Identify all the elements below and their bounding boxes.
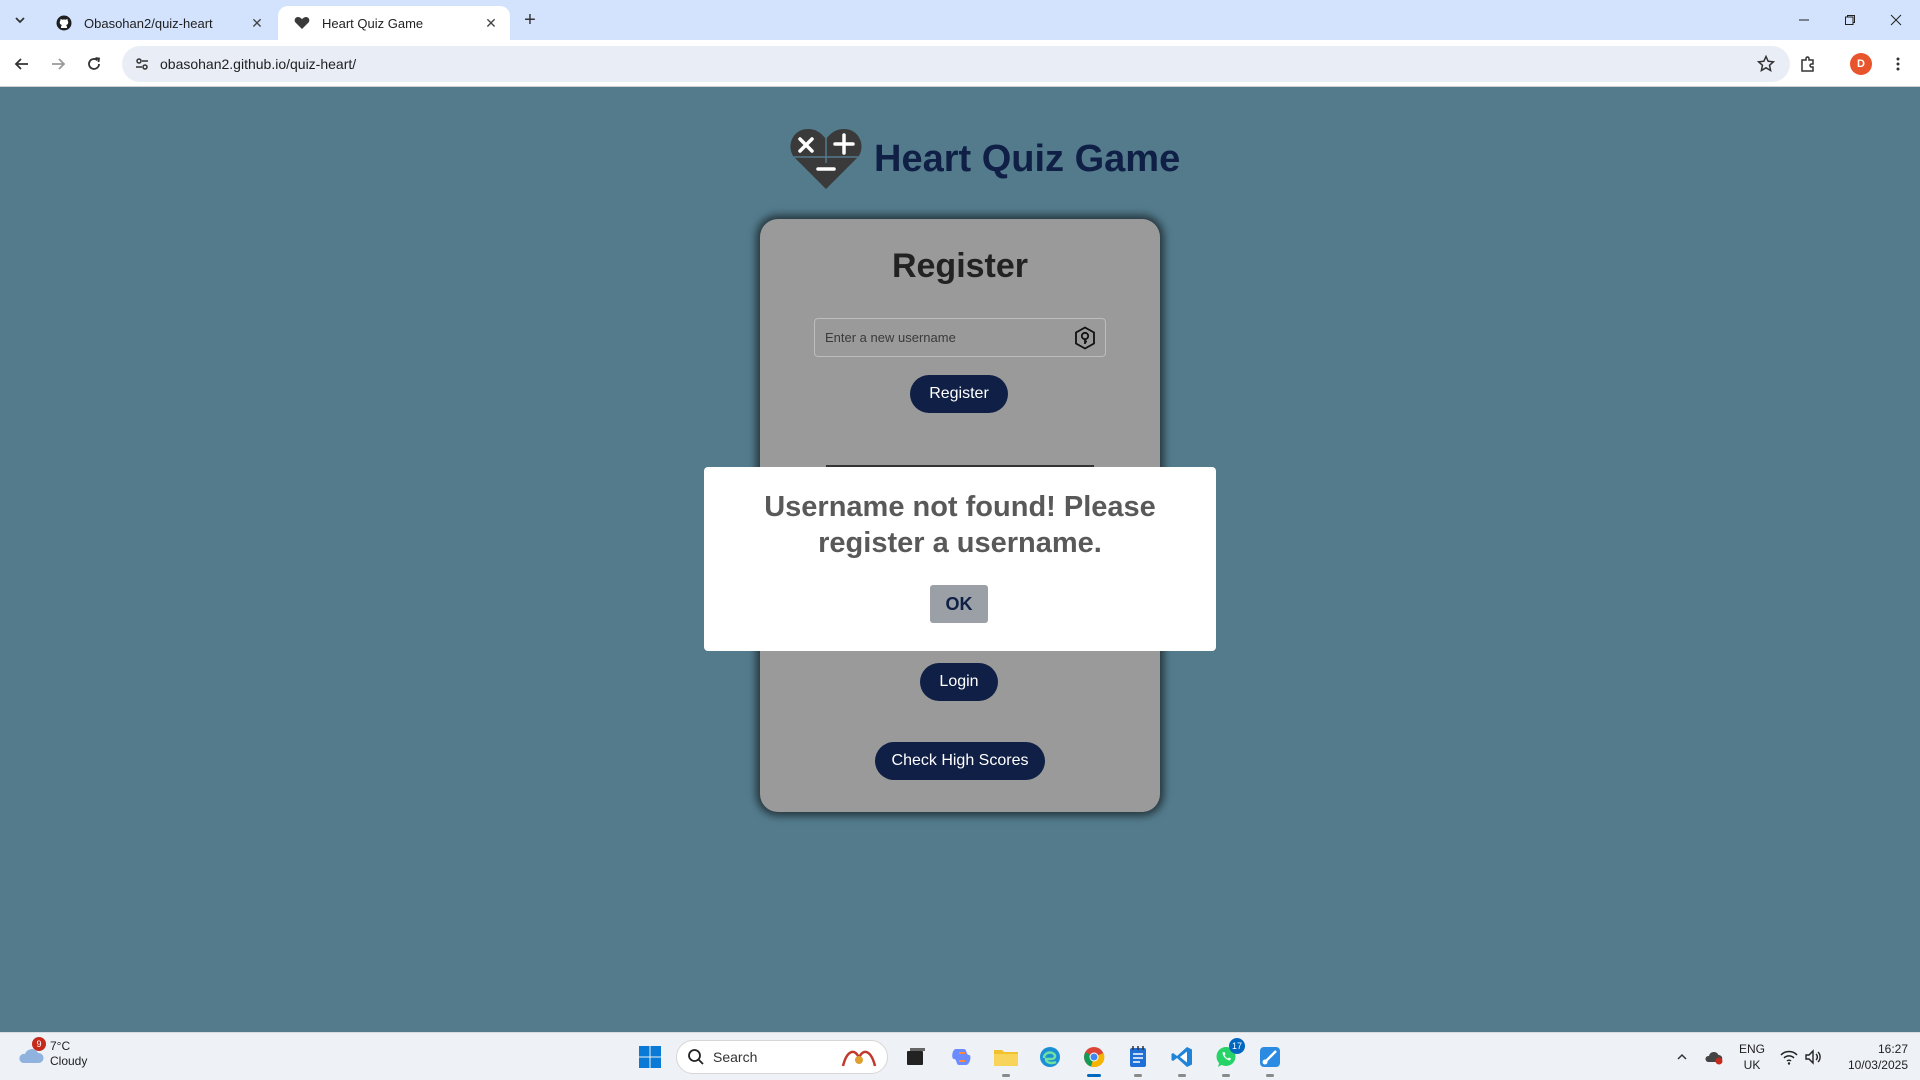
show-hidden-icons-button[interactable] bbox=[1668, 1033, 1696, 1080]
chevron-down-icon bbox=[15, 17, 25, 24]
reload-icon bbox=[88, 57, 101, 70]
clock-date: 10/03/2025 bbox=[1847, 1058, 1908, 1072]
minimize-button[interactable] bbox=[1782, 0, 1826, 40]
tab-github[interactable]: Obasohan2/quiz-heart ✕ bbox=[40, 6, 276, 40]
system-clock[interactable]: 16:27 10/03/2025 bbox=[1830, 1041, 1908, 1073]
notepad-button[interactable] bbox=[1122, 1041, 1154, 1077]
tab-heart-quiz[interactable]: Heart Quiz Game ✕ bbox=[278, 6, 510, 40]
restore-button[interactable] bbox=[1828, 0, 1872, 40]
weather-temp: 7°C bbox=[50, 1039, 71, 1053]
cloud-error-icon bbox=[1705, 1051, 1723, 1065]
task-view-icon bbox=[907, 1048, 925, 1065]
active-indicator bbox=[1087, 1074, 1101, 1077]
weather-badge: 9 bbox=[32, 1037, 46, 1051]
alert-dialog: Username not found! Please register a us… bbox=[704, 467, 1216, 651]
language-indicator[interactable]: ENG UK bbox=[1736, 1041, 1768, 1073]
vscode-button[interactable] bbox=[1166, 1041, 1198, 1077]
clock-time: 16:27 bbox=[1877, 1042, 1908, 1056]
profile-avatar[interactable]: D bbox=[1850, 53, 1872, 75]
arrow-right-icon bbox=[52, 58, 66, 70]
edge-button[interactable] bbox=[1034, 1041, 1066, 1073]
bookmark-star-icon[interactable] bbox=[1754, 52, 1778, 76]
language-code: ENG bbox=[1738, 1042, 1765, 1056]
speaker-icon bbox=[1805, 1049, 1821, 1065]
address-bar[interactable]: obasohan2.github.io/quiz-heart/ bbox=[122, 46, 1790, 82]
running-indicator bbox=[1178, 1074, 1186, 1077]
file-explorer-button[interactable] bbox=[990, 1041, 1022, 1077]
close-icon[interactable]: ✕ bbox=[482, 14, 500, 32]
running-indicator bbox=[1002, 1074, 1010, 1077]
taskbar-search[interactable]: Search bbox=[676, 1040, 888, 1074]
ok-button[interactable]: OK bbox=[930, 585, 988, 623]
volume-button[interactable] bbox=[1800, 1033, 1826, 1080]
browser-toolbar: obasohan2.github.io/quiz-heart/ D bbox=[0, 40, 1920, 87]
running-indicator bbox=[1266, 1074, 1274, 1077]
close-icon[interactable]: ✕ bbox=[248, 14, 266, 32]
task-view-button[interactable] bbox=[900, 1041, 932, 1073]
folder-icon bbox=[994, 1050, 1018, 1066]
tab-title: Obasohan2/quiz-heart bbox=[84, 15, 213, 31]
search-icon bbox=[688, 1049, 704, 1065]
edge-icon bbox=[1040, 1047, 1060, 1067]
language-region: UK bbox=[1743, 1058, 1761, 1072]
extensions-button[interactable] bbox=[1794, 50, 1822, 78]
chrome-button[interactable] bbox=[1078, 1041, 1110, 1077]
restore-icon bbox=[1845, 15, 1855, 25]
onedrive-tray-button[interactable] bbox=[1700, 1033, 1728, 1080]
heart-icon bbox=[294, 15, 310, 31]
page-content: Heart Quiz Game Register Register Login … bbox=[0, 87, 1920, 1032]
whatsapp-button[interactable]: 17 bbox=[1210, 1038, 1245, 1077]
more-vertical-icon bbox=[1896, 57, 1900, 71]
wifi-icon bbox=[1780, 1050, 1798, 1065]
tab-search-button[interactable] bbox=[8, 8, 32, 32]
copilot-button[interactable] bbox=[946, 1041, 978, 1073]
running-indicator bbox=[1222, 1074, 1230, 1077]
vscode-icon bbox=[1171, 1047, 1192, 1067]
search-highlight-icon bbox=[841, 1050, 877, 1067]
chrome-icon bbox=[1084, 1047, 1105, 1068]
arrow-left-icon bbox=[14, 58, 28, 70]
snipping-tool-button[interactable] bbox=[1254, 1041, 1286, 1077]
copilot-icon bbox=[952, 1049, 971, 1065]
chevron-up-icon bbox=[1677, 1053, 1687, 1060]
back-button[interactable] bbox=[8, 50, 36, 78]
url-text: obasohan2.github.io/quiz-heart/ bbox=[160, 56, 357, 72]
snipping-tool-icon bbox=[1260, 1047, 1280, 1067]
windows-taskbar: 9 7°C Cloudy Search 17 ENG UK 16:27 10/0… bbox=[0, 1032, 1920, 1080]
minimize-icon bbox=[1799, 19, 1809, 21]
browser-tab-strip: Obasohan2/quiz-heart ✕ Heart Quiz Game ✕… bbox=[0, 0, 1920, 40]
search-label: Search bbox=[713, 1049, 758, 1065]
puzzle-icon bbox=[1801, 56, 1814, 72]
tab-title: Heart Quiz Game bbox=[322, 15, 424, 31]
browser-menu-button[interactable] bbox=[1884, 50, 1912, 78]
weather-widget[interactable]: 9 7°C Cloudy bbox=[16, 1037, 88, 1069]
forward-button[interactable] bbox=[44, 50, 72, 78]
modal-overlay: Username not found! Please register a us… bbox=[0, 87, 1920, 1032]
network-button[interactable] bbox=[1776, 1033, 1802, 1080]
reload-button[interactable] bbox=[80, 50, 108, 78]
windows-logo-icon bbox=[639, 1046, 661, 1068]
cloud-icon: 9 bbox=[16, 1037, 46, 1069]
whatsapp-badge: 17 bbox=[1229, 1038, 1245, 1054]
site-info-icon[interactable] bbox=[128, 50, 156, 78]
running-indicator bbox=[1134, 1074, 1142, 1077]
close-icon bbox=[1890, 14, 1902, 26]
window-close-button[interactable] bbox=[1874, 0, 1918, 40]
alert-message: Username not found! Please register a us… bbox=[764, 491, 1156, 559]
weather-condition: Cloudy bbox=[50, 1054, 88, 1068]
new-tab-button[interactable]: + bbox=[518, 8, 542, 32]
github-icon bbox=[56, 15, 72, 31]
start-button[interactable] bbox=[634, 1041, 666, 1073]
notepad-icon bbox=[1130, 1046, 1146, 1067]
